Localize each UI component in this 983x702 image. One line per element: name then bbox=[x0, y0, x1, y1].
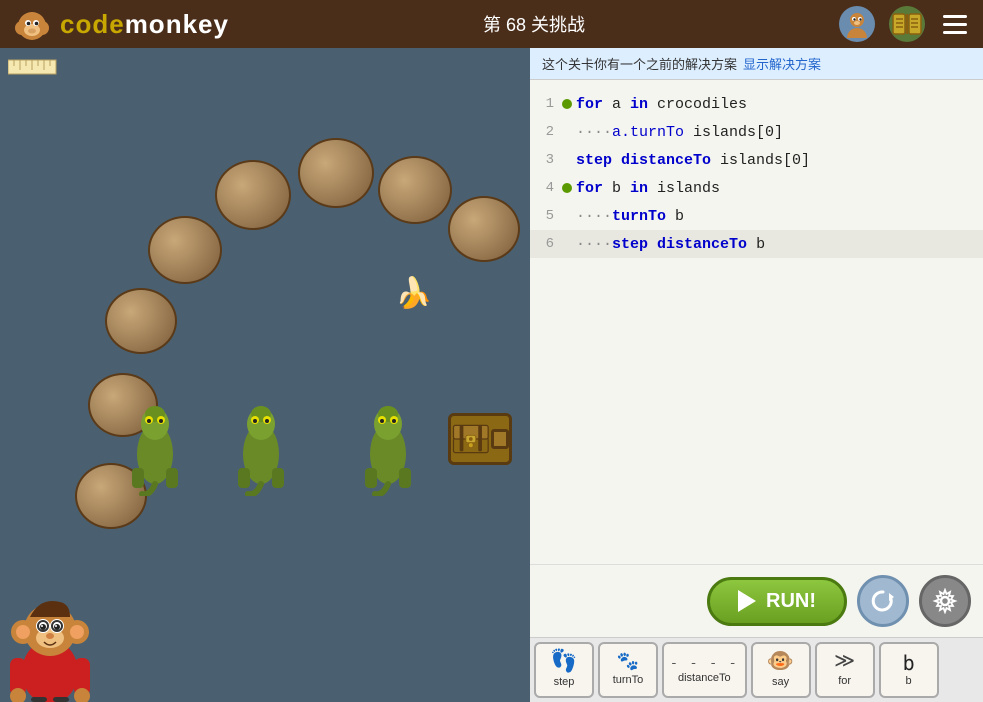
show-solution-link[interactable]: 显示解决方案 bbox=[743, 54, 821, 73]
code-content: for b in islands bbox=[576, 180, 720, 197]
hint-message: 这个关卡你有一个之前的解决方案 bbox=[542, 54, 737, 73]
stone bbox=[298, 138, 374, 208]
code-line-1: 1 for a in crocodiles bbox=[530, 90, 983, 118]
play-icon bbox=[738, 590, 756, 612]
block-turnto-label: turnTo bbox=[613, 674, 644, 686]
gear-icon bbox=[932, 588, 958, 614]
stone bbox=[148, 216, 222, 284]
crocodile bbox=[355, 396, 421, 496]
distanceto-icon: - - - - bbox=[670, 657, 739, 670]
bottom-area: RUN! 👣 bbox=[530, 564, 983, 702]
line-number: 2 bbox=[530, 124, 562, 140]
line-dot bbox=[562, 99, 572, 109]
logo-icon bbox=[12, 4, 52, 44]
block-step-label: step bbox=[554, 676, 575, 688]
line-number: 5 bbox=[530, 208, 562, 224]
player-monkey bbox=[5, 562, 95, 702]
run-bar: RUN! bbox=[530, 565, 983, 637]
book-icon bbox=[892, 12, 922, 36]
block-b[interactable]: b b bbox=[879, 642, 939, 698]
code-line-3: 3 step distanceTo islands[0] bbox=[530, 146, 983, 174]
code-content: ····turnTo b bbox=[576, 208, 684, 225]
b-icon: b bbox=[903, 653, 915, 673]
menu-button[interactable] bbox=[939, 11, 971, 38]
code-line-6: 6 ····step distanceTo b bbox=[530, 230, 983, 258]
code-line-2: 2 ····a.turnTo islands[0] bbox=[530, 118, 983, 146]
book-button[interactable] bbox=[889, 6, 925, 42]
block-for-label: for bbox=[838, 675, 851, 687]
code-content: ····a.turnTo islands[0] bbox=[576, 124, 783, 141]
stone bbox=[448, 196, 520, 262]
code-content: ····step distanceTo b bbox=[576, 236, 765, 253]
menu-line bbox=[943, 31, 967, 34]
header: CODemonkey 第 68 关挑战 bbox=[0, 0, 983, 48]
block-say[interactable]: 🐵 say bbox=[751, 642, 811, 698]
hint-bar: 这个关卡你有一个之前的解决方案 显示解决方案 bbox=[530, 48, 983, 80]
line-number: 1 bbox=[530, 96, 562, 112]
turnto-icon: 🐾 bbox=[617, 654, 639, 672]
step-icon: 👣 bbox=[550, 652, 577, 674]
crocodile bbox=[122, 396, 188, 496]
code-panel: 这个关卡你有一个之前的解决方案 显示解决方案 1 for a in crocod… bbox=[530, 48, 983, 702]
block-distanceto-label: distanceTo bbox=[678, 672, 731, 684]
for-icon: ≫ bbox=[834, 653, 855, 673]
blocks-bar: 👣 step 🐾 turnTo - - - - distanceTo 🐵 say bbox=[530, 637, 983, 702]
logo-text: CODemonkey bbox=[60, 9, 229, 40]
stone bbox=[215, 160, 291, 230]
block-turnto[interactable]: 🐾 turnTo bbox=[598, 642, 658, 698]
game-area: 🍌 bbox=[0, 48, 530, 702]
code-line-5: 5 ····turnTo b bbox=[530, 202, 983, 230]
stone bbox=[105, 288, 177, 354]
menu-line bbox=[943, 15, 967, 18]
code-line-4: 4 for b in islands bbox=[530, 174, 983, 202]
code-content: step distanceTo islands[0] bbox=[576, 152, 810, 169]
run-button[interactable]: RUN! bbox=[707, 577, 847, 626]
reset-icon bbox=[869, 587, 897, 615]
block-distanceto[interactable]: - - - - distanceTo bbox=[662, 642, 747, 698]
line-number: 3 bbox=[530, 152, 562, 168]
code-content: for a in crocodiles bbox=[576, 96, 747, 113]
avatar-button[interactable] bbox=[839, 6, 875, 42]
line-number: 4 bbox=[530, 180, 562, 196]
code-editor[interactable]: 1 for a in crocodiles 2 ····a.turnTo isl… bbox=[530, 80, 983, 564]
reset-button[interactable] bbox=[857, 575, 909, 627]
challenge-title: 第 68 关挑战 bbox=[483, 11, 585, 37]
stone bbox=[378, 156, 452, 224]
treasure-chest bbox=[448, 413, 512, 465]
banana: 🍌 bbox=[395, 276, 432, 313]
block-say-label: say bbox=[772, 676, 789, 688]
say-icon: 🐵 bbox=[767, 652, 794, 674]
avatar-icon bbox=[843, 10, 871, 38]
run-label: RUN! bbox=[766, 590, 816, 613]
block-b-label: b bbox=[906, 675, 912, 687]
block-step[interactable]: 👣 step bbox=[534, 642, 594, 698]
block-for[interactable]: ≫ for bbox=[815, 642, 875, 698]
header-icons bbox=[839, 6, 971, 42]
logo-area: CODemonkey bbox=[12, 4, 229, 44]
line-dot bbox=[562, 183, 572, 193]
main-content: 🍌 bbox=[0, 48, 983, 702]
crocodile bbox=[228, 396, 294, 496]
ruler bbox=[8, 56, 58, 76]
settings-button[interactable] bbox=[919, 575, 971, 627]
menu-line bbox=[943, 23, 967, 26]
line-number: 6 bbox=[530, 236, 562, 252]
